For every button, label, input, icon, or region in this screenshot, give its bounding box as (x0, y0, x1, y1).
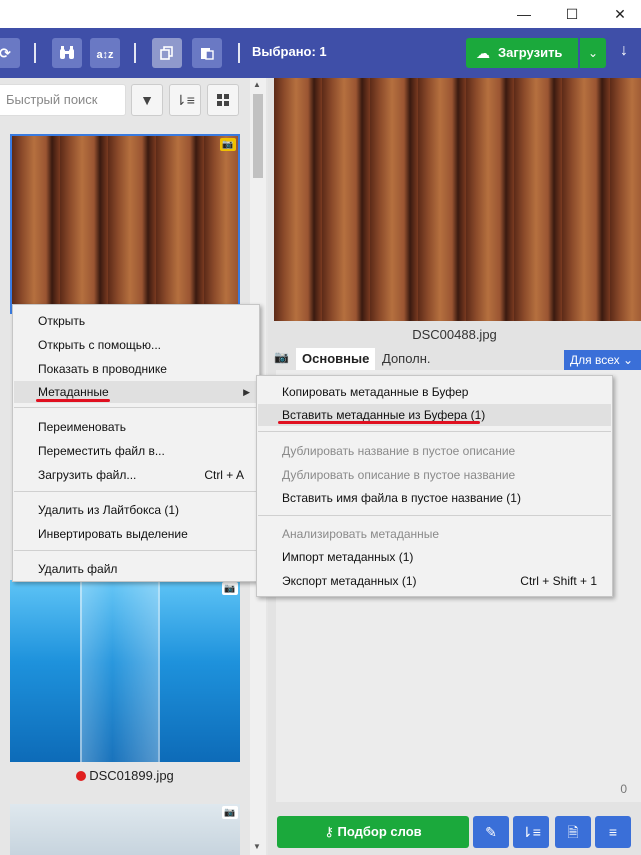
toolbar-separator (238, 43, 240, 63)
filter-icon: ▼ (140, 92, 154, 108)
scroll-up-icon[interactable]: ▲ (253, 80, 261, 89)
paste-icon (201, 48, 214, 60)
thumbnail-selected[interactable]: 📷 (10, 134, 240, 314)
chevron-down-icon: ⌄ (587, 46, 599, 60)
menu-separator (14, 407, 258, 408)
metadata-submenu: Копировать метаданные в Буфер Вставить м… (256, 375, 613, 597)
submenu-item-duplicate-description: Дублировать описание в пустое название (282, 468, 516, 482)
grid-view-button[interactable] (207, 84, 239, 116)
submenu-item-copy-metadata[interactable]: Копировать метаданные в Буфер (258, 381, 611, 403)
pencil-icon: ✎ (485, 824, 497, 840)
camera-icon: 📷 (220, 138, 236, 151)
main-toolbar: ⟳ a↕z Выбрано: 1 ☁ Загрузить ⌄ ↓ (0, 28, 641, 78)
cloud-upload-icon: ☁ (476, 45, 490, 61)
thumbnail-hand[interactable]: 📷 (10, 804, 240, 855)
chevron-right-icon: ▶ (243, 387, 250, 397)
grid-icon (217, 94, 229, 106)
camera-icon[interactable]: 📷 (274, 350, 294, 368)
thumbnail-water-glass[interactable]: 📷 (10, 580, 240, 762)
menu-item-upload-file[interactable]: Загрузить файл... Ctrl + A (14, 464, 258, 486)
menu-item-move[interactable]: Переместить файл в... (14, 440, 258, 462)
copy-button[interactable] (152, 38, 182, 68)
camera-icon: 📷 (222, 582, 238, 595)
sort-keywords-button[interactable]: ⇂≡ (513, 816, 549, 848)
status-dot-icon (76, 771, 87, 781)
minimize-button[interactable]: — (514, 4, 534, 24)
sort-icon: ⇂≡ (175, 92, 195, 108)
thumbnail-filename: DSC01899.jpg (10, 768, 240, 783)
char-counter: 0 (620, 782, 627, 796)
chevron-down-icon: ⌄ (622, 353, 634, 367)
for-all-button[interactable]: Для всех ⌄ (564, 350, 641, 370)
menu-separator (14, 491, 258, 492)
menu-item-remove-from-lightbox[interactable]: Удалить из Лайтбокса (1) (14, 499, 258, 521)
scroll-thumb[interactable] (253, 94, 263, 178)
menu-item-show-in-explorer[interactable]: Показать в проводнике (14, 358, 258, 380)
close-button[interactable]: ✕ (610, 4, 630, 24)
upload-label: Загрузить (498, 45, 563, 60)
red-underline-annotation (36, 399, 110, 402)
menu-separator (14, 550, 258, 551)
submenu-item-filename-to-title[interactable]: Вставить имя файла в пустое название (1) (258, 487, 611, 509)
keywords-button[interactable]: ⚷ Подбор слов (277, 816, 469, 848)
submenu-item-duplicate-title: Дублировать название в пустое описание (282, 444, 516, 458)
camera-icon: 📷 (222, 806, 238, 819)
menu-shortcut: Ctrl + Shift + 1 (520, 574, 597, 588)
hamburger-icon: ≡ (608, 824, 618, 840)
sort-az-icon: a↕z (96, 49, 114, 61)
scroll-down-icon[interactable]: ▼ (253, 842, 261, 851)
title-bar: — ☐ ✕ (0, 0, 641, 28)
submenu-item-import-metadata[interactable]: Импорт метаданных (1) (258, 546, 611, 568)
toolbar-separator (34, 43, 36, 63)
filter-button[interactable]: ▼ (131, 84, 163, 116)
menu-separator (258, 515, 611, 516)
refresh-button[interactable]: ⟳ (0, 38, 20, 68)
menu-item-rename[interactable]: Переименовать (14, 416, 258, 438)
arrow-down-icon[interactable]: ↓ (620, 42, 628, 60)
copy-icon (160, 46, 173, 60)
submenu-item-analyze-metadata: Анализировать метаданные (282, 527, 440, 541)
word-export-button[interactable]: 🗎 (555, 816, 591, 848)
selection-count: Выбрано: 1 (252, 44, 327, 59)
menu-item-open-with[interactable]: Открыть с помощью... (14, 334, 258, 356)
preview-filename: DSC00488.jpg (412, 327, 497, 342)
menu-separator (258, 431, 611, 432)
tab-extra[interactable]: Дополн. (376, 348, 437, 370)
sort-order-button[interactable]: ⇂≡ (169, 84, 201, 116)
red-underline-annotation (278, 421, 480, 424)
refresh-icon: ⟳ (0, 45, 11, 61)
sort-icon: ⇂≡ (521, 824, 541, 840)
preview-image (274, 78, 641, 321)
upload-dropdown-button[interactable]: ⌄ (580, 38, 606, 68)
tab-main[interactable]: Основные (296, 348, 376, 370)
find-button[interactable] (52, 38, 82, 68)
edit-button[interactable]: ✎ (473, 816, 509, 848)
glass-image (80, 580, 160, 762)
sort-button[interactable]: a↕z (90, 38, 120, 68)
menu-button[interactable]: ≡ (595, 816, 631, 848)
context-menu: Открыть Открыть с помощью... Показать в … (12, 304, 260, 582)
maximize-button[interactable]: ☐ (562, 4, 582, 24)
metadata-tabs: 📷 Основные Дополн. Для всех ⌄ (268, 348, 641, 370)
quick-search-input[interactable]: Быстрый поиск (0, 84, 126, 116)
bottom-actions: ⚷ Подбор слов ✎ ⇂≡ 🗎 ≡ (268, 816, 641, 848)
menu-shortcut: Ctrl + A (204, 468, 244, 482)
submenu-item-export-metadata[interactable]: Экспорт метаданных (1) Ctrl + Shift + 1 (258, 570, 611, 592)
upload-button[interactable]: ☁ Загрузить (466, 38, 578, 68)
document-icon: 🗎 (567, 824, 579, 840)
menu-item-open[interactable]: Открыть (14, 310, 258, 332)
key-icon: ⚷ (324, 824, 334, 839)
menu-item-delete-file[interactable]: Удалить файл (14, 558, 258, 580)
binoculars-icon (60, 46, 74, 59)
toolbar-separator (134, 43, 136, 63)
menu-item-invert-selection[interactable]: Инвертировать выделение (14, 523, 258, 545)
paste-button[interactable] (192, 38, 222, 68)
